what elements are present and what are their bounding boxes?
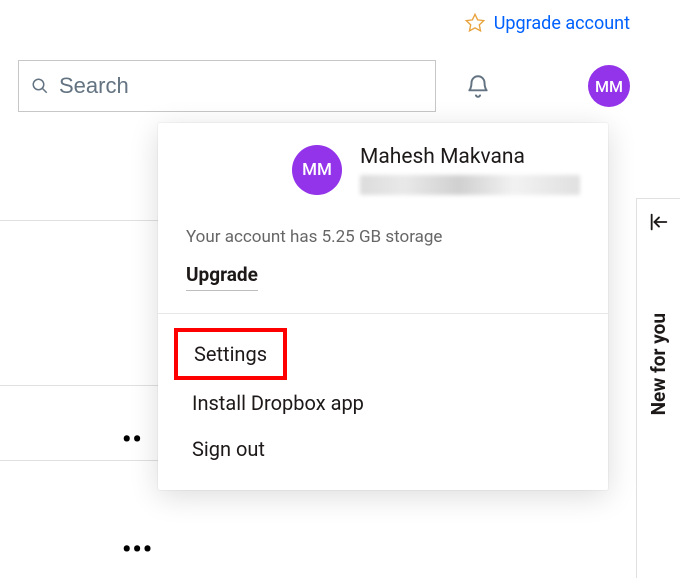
user-name: Mahesh Makvana: [360, 145, 580, 169]
upgrade-banner: Upgrade account: [464, 12, 630, 34]
menu-item-settings[interactable]: Settings: [174, 328, 287, 380]
search-icon: [31, 77, 49, 95]
upgrade-account-link[interactable]: Upgrade account: [494, 13, 630, 34]
menu-item-sign-out[interactable]: Sign out: [158, 426, 608, 472]
search-input[interactable]: [59, 73, 423, 99]
star-icon: [464, 12, 486, 34]
user-email-redacted: [360, 175, 580, 195]
side-panel: New for you: [636, 198, 680, 578]
upgrade-button[interactable]: Upgrade: [186, 263, 258, 291]
storage-text: Your account has 5.25 GB storage: [158, 205, 608, 247]
side-panel-label[interactable]: New for you: [647, 313, 670, 415]
collapse-panel-button[interactable]: [648, 211, 670, 233]
notifications-button[interactable]: [464, 72, 492, 100]
search-input-wrap[interactable]: [18, 60, 436, 112]
row-more-icon[interactable]: ••: [122, 425, 143, 455]
topbar: MM: [18, 60, 630, 112]
account-menu-header: MM Mahesh Makvana: [158, 123, 608, 205]
menu-avatar: MM: [292, 145, 342, 195]
avatar[interactable]: MM: [588, 65, 630, 107]
menu-item-install-app[interactable]: Install Dropbox app: [158, 380, 608, 426]
row-more-icon[interactable]: •••: [122, 535, 153, 565]
account-menu: MM Mahesh Makvana Your account has 5.25 …: [158, 123, 608, 490]
